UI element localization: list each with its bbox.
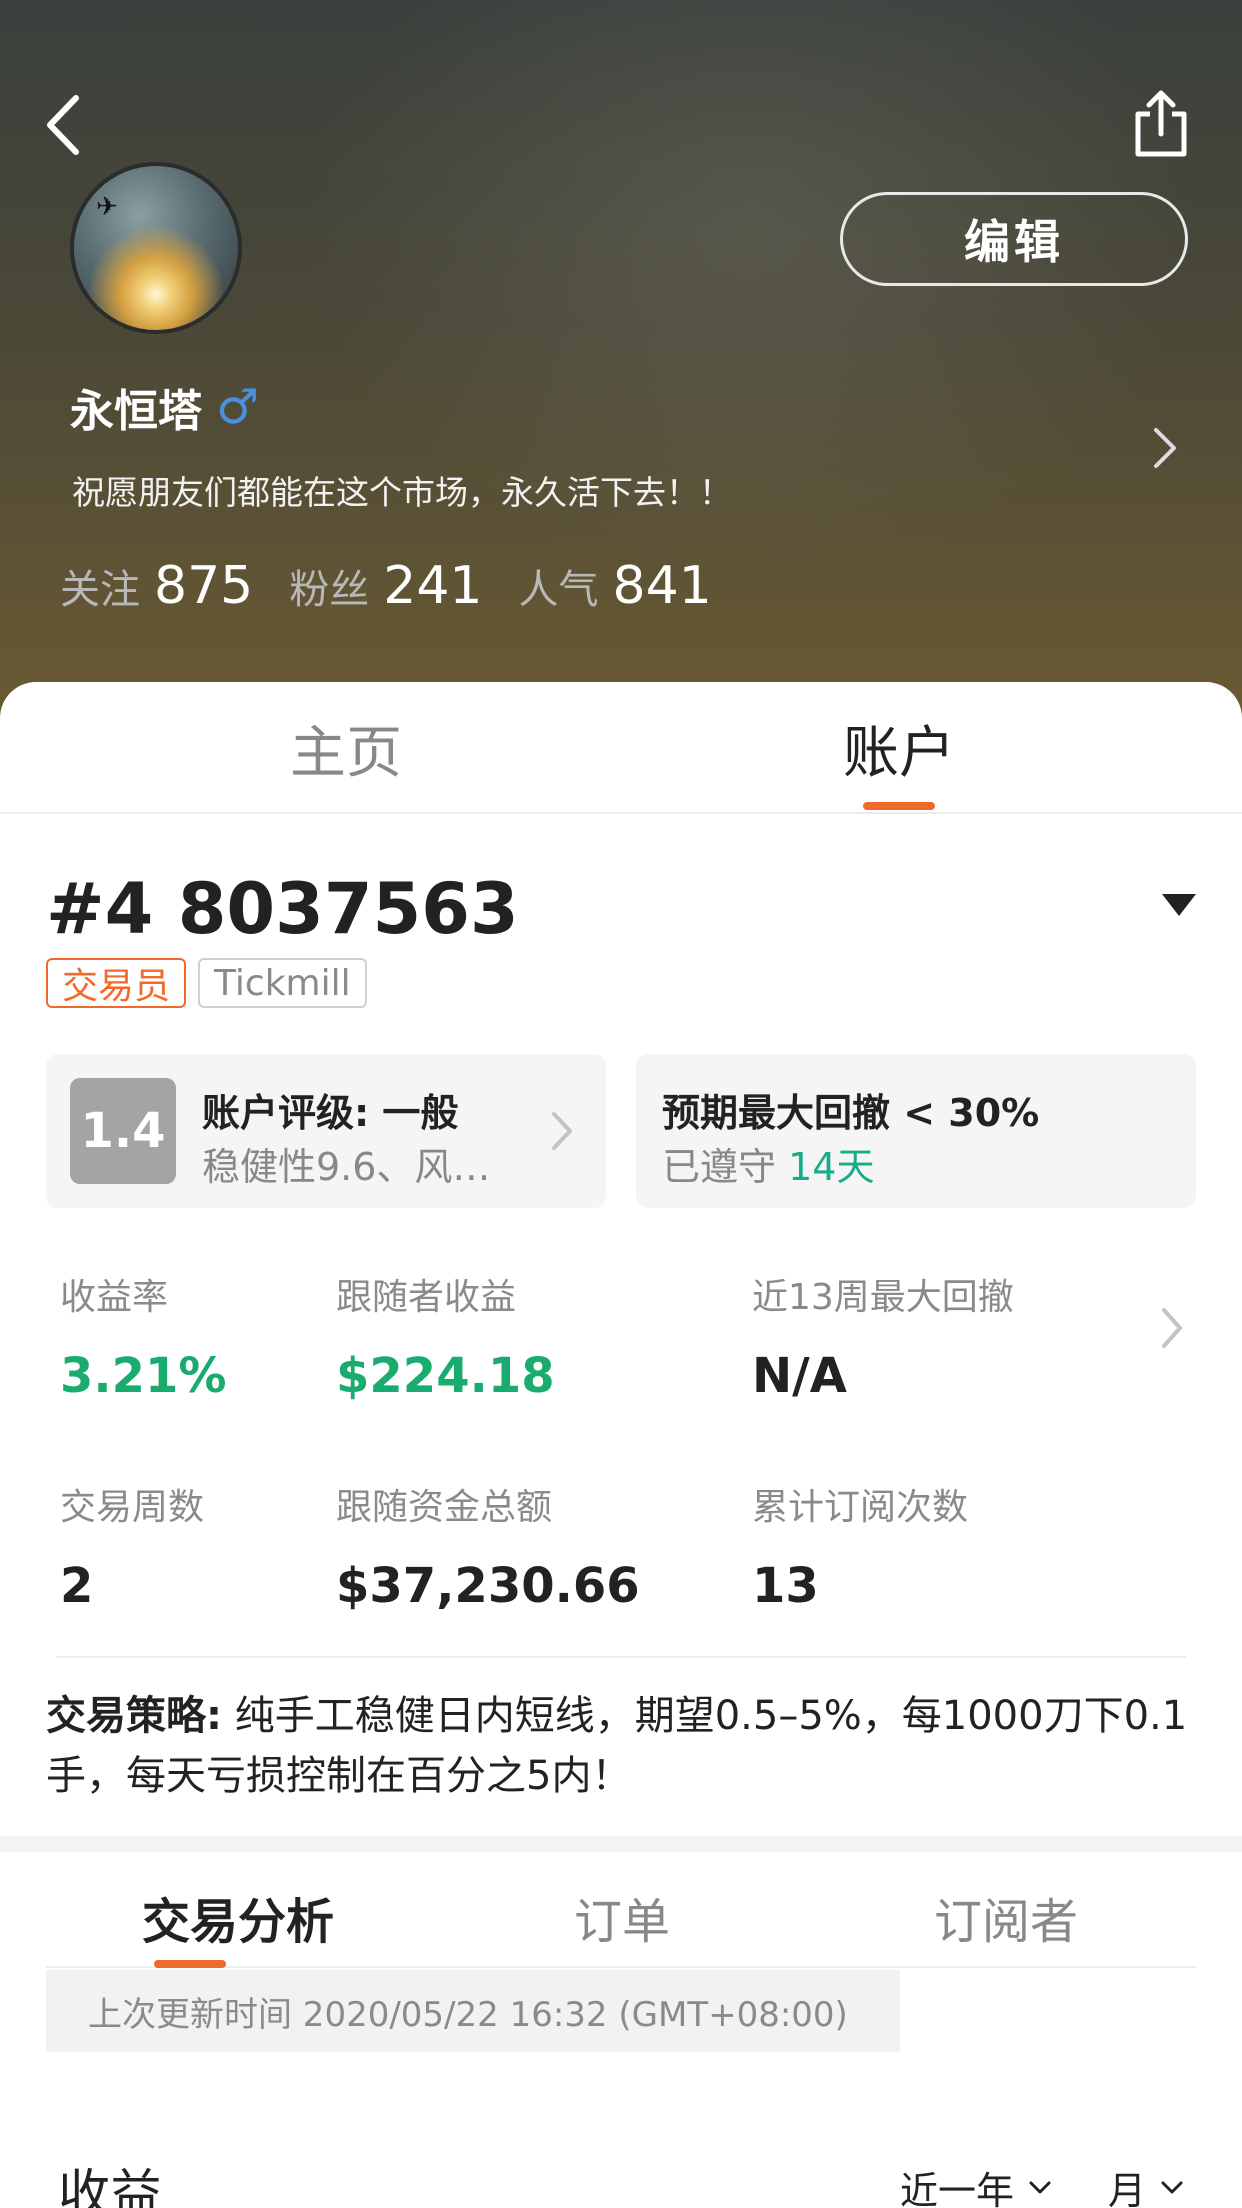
metric-label: 近13周最大回撤	[752, 1277, 1014, 1318]
following-count[interactable]: 875	[154, 556, 253, 616]
popularity-count: 841	[612, 556, 712, 616]
unit-select[interactable]: 月	[1108, 2160, 1184, 2208]
edit-profile-button[interactable]: 编辑	[840, 192, 1188, 286]
chevron-right-icon	[552, 1112, 572, 1150]
metric-label: 收益率	[60, 1277, 169, 1318]
active-tab-indicator	[863, 802, 935, 810]
profile-tabs: 主页 账户	[0, 682, 1242, 814]
username-row: 永恒塔 ♂	[70, 374, 259, 440]
drawdown-kept: 已遵守 14天	[662, 1136, 874, 1191]
metric-value: $224.18	[336, 1348, 555, 1404]
metric-label: 交易周数	[60, 1487, 205, 1528]
metric-label: 累计订阅次数	[752, 1487, 969, 1528]
rating-score: 1.4	[70, 1078, 176, 1184]
back-arrow-icon[interactable]	[36, 90, 96, 160]
drawdown-kept-prefix: 已遵守	[662, 1145, 777, 1189]
metric-max-drawdown[interactable]: 近13周最大回撤 N/A	[752, 1268, 1014, 1404]
metric-value: 2	[60, 1558, 94, 1614]
account-number: #4 8037563	[46, 868, 519, 950]
metric-value: N/A	[752, 1348, 847, 1404]
earnings-title: 收益	[58, 2165, 163, 2208]
account-badges: 交易员 Tickmill	[46, 958, 379, 1008]
broker-badge: Tickmill	[198, 958, 367, 1008]
profile-header: ✈ 编辑 永恒塔 ♂ 祝愿朋友们都能在这个市场，永久活下去！！ 关注 875 粉…	[0, 0, 1242, 720]
metric-follow-funds: 跟随资金总额 $37,230.66	[336, 1478, 640, 1614]
chevron-right-icon[interactable]	[1158, 1304, 1186, 1352]
drawdown-kept-days: 14天	[788, 1145, 875, 1189]
drawdown-title: 预期最大回撤 < 30%	[662, 1091, 1040, 1135]
account-rating-box[interactable]: 1.4 账户评级: 一般 稳健性9.6、风…	[46, 1054, 606, 1208]
metric-trading-weeks: 交易周数 2	[60, 1478, 204, 1614]
male-icon: ♂	[216, 379, 260, 435]
chevron-down-icon	[1161, 2181, 1183, 2193]
tab-home[interactable]: 主页	[290, 708, 402, 789]
followers-count[interactable]: 241	[383, 556, 482, 616]
drawdown-box: 预期最大回撤 < 30% 已遵守 14天	[636, 1054, 1196, 1208]
profile-stats: 关注 875 粉丝 241 人气 841	[60, 556, 748, 616]
metric-return-rate: 收益率 3.21%	[60, 1268, 227, 1404]
analysis-tabs: 交易分析 订单 订阅者	[46, 1852, 1196, 1968]
share-icon[interactable]	[1130, 88, 1192, 160]
followers-label[interactable]: 粉丝	[289, 557, 369, 615]
tab-orders[interactable]: 订单	[574, 1882, 670, 1952]
strategy-label: 交易策略:	[46, 1693, 222, 1739]
period-select-value: 近一年	[900, 2169, 1015, 2208]
metric-value: 13	[752, 1558, 819, 1614]
avatar[interactable]: ✈	[70, 162, 242, 334]
metric-value: $37,230.66	[336, 1558, 640, 1614]
rating-detail: 稳健性9.6、风…	[202, 1145, 491, 1189]
tab-subscribers[interactable]: 订阅者	[934, 1882, 1078, 1952]
active-subtab-indicator	[154, 1960, 226, 1968]
metric-label: 跟随资金总额	[336, 1487, 553, 1528]
metric-value: 3.21%	[60, 1348, 227, 1404]
account-card: 主页 账户 #4 8037563 交易员 Tickmill 1.4 账户评级: …	[0, 682, 1242, 2208]
unit-select-value: 月	[1108, 2169, 1147, 2208]
metric-label: 跟随者收益	[336, 1277, 517, 1318]
username: 永恒塔	[70, 386, 202, 437]
period-select[interactable]: 近一年	[900, 2160, 1052, 2208]
divider	[56, 1656, 1186, 1658]
tab-account[interactable]: 账户	[843, 708, 955, 789]
chevron-right-icon[interactable]	[1150, 424, 1180, 472]
last-update-bar: 上次更新时间 2020/05/22 16:32 (GMT+08:00)	[46, 1970, 900, 2052]
tab-trade-analysis[interactable]: 交易分析	[142, 1882, 334, 1952]
chevron-down-icon	[1029, 2181, 1051, 2193]
metric-subscriptions: 累计订阅次数 13	[752, 1478, 968, 1614]
metric-follower-profit: 跟随者收益 $224.18	[336, 1268, 555, 1404]
following-label[interactable]: 关注	[60, 557, 140, 615]
update-bar-cap	[900, 1970, 1196, 2052]
popularity-label: 人气	[518, 567, 599, 613]
rating-title: 账户评级: 一般	[202, 1091, 459, 1135]
bird-silhouette-icon: ✈	[96, 192, 118, 222]
caret-down-icon[interactable]	[1160, 892, 1198, 918]
profile-bio: 祝愿朋友们都能在这个市场，永久活下去！！	[72, 473, 732, 512]
trader-badge: 交易员	[46, 958, 187, 1008]
trading-strategy: 交易策略: 纯手工稳健日内短线，期望0.5–5%，每1000刀下0.1手，每天亏…	[46, 1686, 1196, 1806]
section-separator	[0, 1836, 1242, 1852]
